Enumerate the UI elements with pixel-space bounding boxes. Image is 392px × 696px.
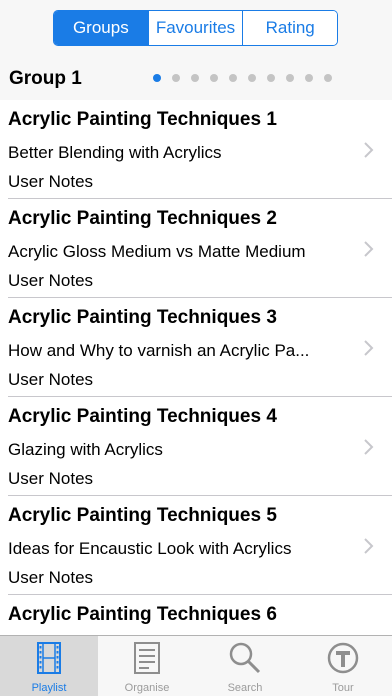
list-item[interactable]: Acrylic Painting Techniques 3 How and Wh… — [8, 298, 392, 397]
chevron-right-icon — [364, 142, 374, 158]
tab-label: Playlist — [31, 682, 67, 694]
page-dot[interactable] — [324, 74, 332, 82]
item-subtitle: How and Why to varnish an Acrylic Pa... — [8, 341, 310, 360]
page-dot[interactable] — [229, 74, 237, 82]
item-notes: User Notes — [8, 370, 94, 389]
top-bar: Groups Favourites Rating — [0, 0, 392, 58]
film-strip-icon — [37, 642, 61, 674]
chevron-right-icon — [364, 340, 374, 356]
segment-groups[interactable]: Groups — [54, 11, 148, 45]
groups-segmented-control: Groups Favourites Rating — [53, 10, 338, 46]
tour-icon — [327, 642, 359, 674]
item-title: Acrylic Painting Techniques 2 — [8, 208, 277, 229]
list-icon — [134, 642, 160, 674]
list-item[interactable]: Acrylic Painting Techniques 6 — [8, 595, 392, 635]
list-item[interactable]: Acrylic Painting Techniques 1 Better Ble… — [8, 100, 392, 199]
tab-organise[interactable]: Organise — [98, 636, 196, 696]
page-dot[interactable] — [210, 74, 218, 82]
item-notes: User Notes — [8, 469, 94, 488]
page-indicator[interactable] — [153, 74, 332, 82]
page-dot[interactable] — [286, 74, 294, 82]
tab-label: Organise — [124, 682, 170, 694]
list-item[interactable]: Acrylic Painting Techniques 5 Ideas for … — [8, 496, 392, 595]
page-dot[interactable] — [191, 74, 199, 82]
chevron-right-icon — [364, 241, 374, 257]
item-subtitle: Glazing with Acrylics — [8, 440, 163, 459]
item-title: Acrylic Painting Techniques 5 — [8, 505, 277, 526]
group-title: Group 1 — [9, 68, 82, 89]
item-notes: User Notes — [8, 172, 94, 191]
item-subtitle: Better Blending with Acrylics — [8, 143, 222, 162]
item-notes: User Notes — [8, 271, 94, 290]
tab-search[interactable]: Search — [196, 636, 294, 696]
item-title: Acrylic Painting Techniques 1 — [8, 109, 277, 130]
item-title: Acrylic Painting Techniques 3 — [8, 307, 277, 328]
tab-tour[interactable]: Tour — [294, 636, 392, 696]
item-title: Acrylic Painting Techniques 6 — [8, 604, 277, 625]
playlist-list: Acrylic Painting Techniques 1 Better Ble… — [0, 100, 392, 635]
tab-label: Tour — [332, 682, 354, 694]
item-subtitle: Ideas for Encaustic Look with Acrylics — [8, 539, 292, 558]
tab-label: Search — [227, 682, 263, 694]
chevron-right-icon — [364, 439, 374, 455]
chevron-right-icon — [364, 538, 374, 554]
page-dot[interactable] — [305, 74, 313, 82]
tab-bar: Playlist Organise Search Tour — [0, 635, 392, 696]
list-item[interactable]: Acrylic Painting Techniques 4 Glazing wi… — [8, 397, 392, 496]
item-title: Acrylic Painting Techniques 4 — [8, 406, 277, 427]
item-notes: User Notes — [8, 568, 94, 587]
item-subtitle: Acrylic Gloss Medium vs Matte Medium — [8, 242, 306, 261]
tab-playlist[interactable]: Playlist — [0, 636, 98, 696]
segment-favourites[interactable]: Favourites — [147, 11, 243, 45]
list-item[interactable]: Acrylic Painting Techniques 2 Acrylic Gl… — [8, 199, 392, 298]
page-dot[interactable] — [248, 74, 256, 82]
search-icon — [229, 642, 261, 674]
page-dot[interactable] — [172, 74, 180, 82]
page-dot[interactable] — [267, 74, 275, 82]
page-dot-active[interactable] — [153, 74, 161, 82]
segment-rating[interactable]: Rating — [242, 11, 337, 45]
